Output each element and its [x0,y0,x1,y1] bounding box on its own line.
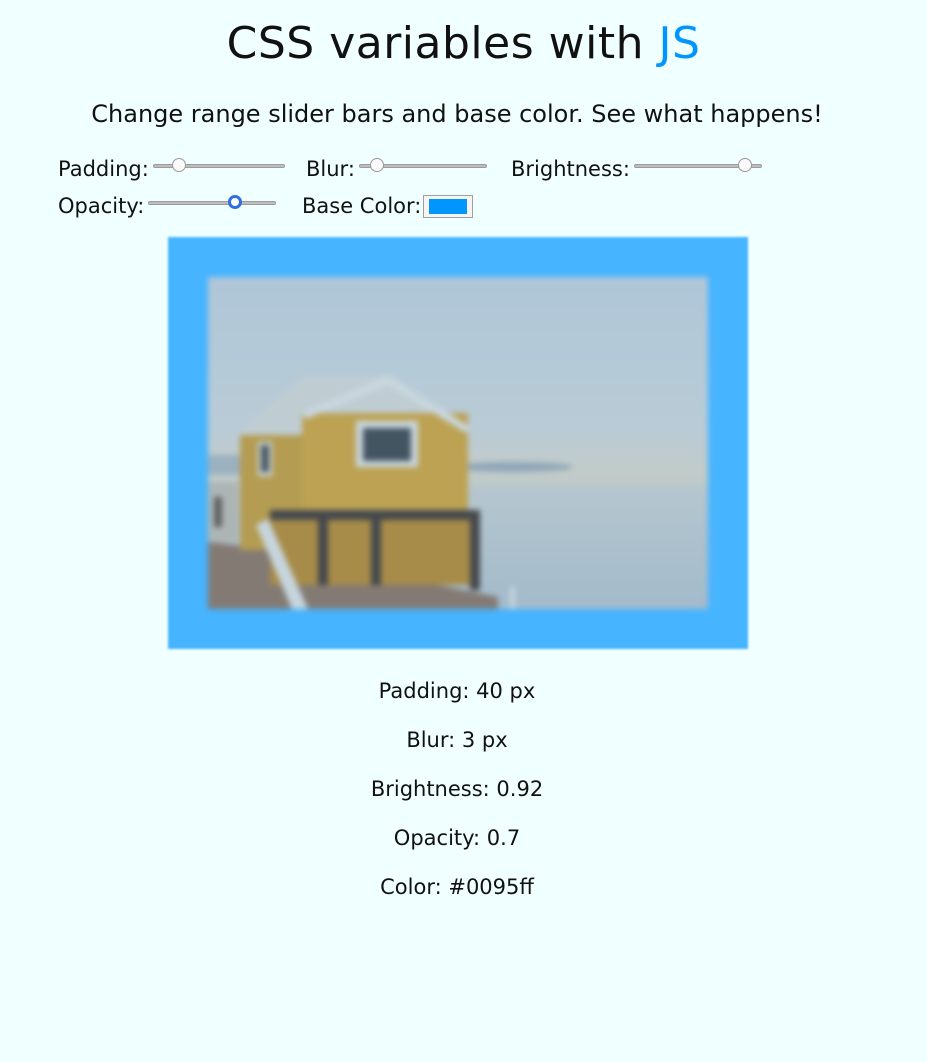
brightness-control: Brightness: [511,157,762,181]
photo [208,277,708,609]
brightness-slider[interactable] [633,158,762,180]
blur-slider-thumb[interactable] [369,158,384,172]
page-title: CSS variables with JS [0,18,927,70]
base-color-control: Base Color: [302,194,474,218]
padding-label: Padding: [58,157,149,181]
padding-control: Padding: [58,157,285,181]
brightness-slider-thumb[interactable] [737,158,752,172]
base-color-swatch [429,198,468,214]
brightness-label: Brightness: [511,157,630,181]
color-readout: Color: #0095ff [380,875,534,899]
opacity-readout: Opacity: 0.7 [393,826,521,850]
padding-readout: Padding: 40 px [378,679,536,703]
padding-slider-thumb[interactable] [172,158,187,172]
page-subtitle: Change range slider bars and base color.… [91,100,823,128]
opacity-control: Opacity: [58,194,277,218]
house-by-sea-image [208,277,708,609]
brightness-readout: Brightness: 0.92 [370,777,544,801]
opacity-slider-track [148,201,277,205]
base-color-label: Base Color: [302,194,422,218]
padding-slider[interactable] [152,158,285,180]
blur-slider[interactable] [358,158,487,180]
opacity-slider[interactable] [148,195,277,217]
base-color-picker[interactable] [423,194,474,218]
opacity-slider-thumb[interactable] [227,195,242,209]
page-title-main: CSS variables with [226,18,644,69]
blur-label: Blur: [306,157,355,181]
blur-readout: Blur: 3 px [406,728,508,752]
page-title-accent: JS [658,18,701,69]
opacity-label: Opacity: [58,194,145,218]
blur-control: Blur: [306,157,487,181]
